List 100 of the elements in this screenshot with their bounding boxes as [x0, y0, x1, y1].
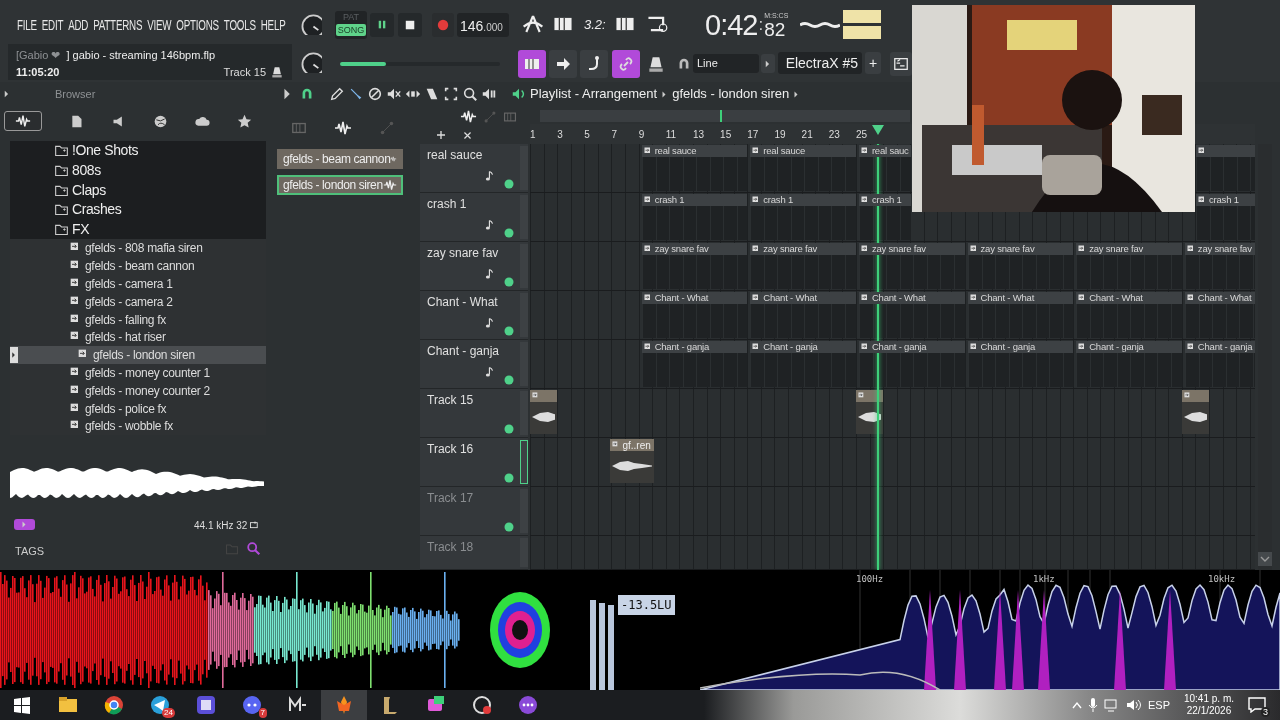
- ruler-number: 25: [855, 128, 868, 142]
- piano-roll-button[interactable]: [518, 50, 546, 78]
- clip-source-item[interactable]: gfelds - beam cannon: [277, 149, 403, 169]
- audio-clip[interactable]: [1181, 390, 1209, 434]
- mute-button[interactable]: [504, 424, 514, 434]
- menu-item[interactable]: VIEW: [147, 15, 172, 36]
- record-button[interactable]: [432, 13, 454, 37]
- sample-item[interactable]: gfelds - 808 mafia siren: [70, 239, 203, 258]
- project-file: ] gabio - streaming 146bpm.flp: [66, 48, 216, 63]
- delete-icon[interactable]: [367, 86, 383, 102]
- menu-item[interactable]: TOOLS: [223, 15, 256, 36]
- all-tab[interactable]: [4, 111, 42, 131]
- sample-item[interactable]: gfelds - money counter 2: [70, 381, 210, 400]
- channel-rack-button[interactable]: [890, 52, 912, 76]
- arrow-button[interactable]: [549, 50, 577, 78]
- playhead-marker-icon[interactable]: [872, 125, 885, 135]
- speaker-icon[interactable]: [511, 86, 527, 102]
- waveform-icon[interactable]: [460, 108, 477, 125]
- track-name[interactable]: crash 1: [427, 195, 467, 213]
- menu-item[interactable]: HELP: [260, 15, 286, 36]
- pencil-icon[interactable]: [329, 86, 345, 102]
- clock[interactable]: 10:41 p. m. 22/1/2026: [1183, 693, 1234, 717]
- audio-clip[interactable]: gf..ren: [610, 439, 654, 483]
- taskbar-app[interactable]: 7: [229, 690, 275, 720]
- mute-button[interactable]: [504, 522, 514, 532]
- audio-clip[interactable]: [855, 390, 884, 434]
- pattern-arrow-button[interactable]: [761, 54, 775, 73]
- microphone-icon[interactable]: [1087, 697, 1098, 713]
- crop-icon[interactable]: [250, 520, 261, 531]
- start-icon[interactable]: [13, 696, 31, 714]
- globe-icon[interactable]: [153, 113, 168, 129]
- close-icon[interactable]: [462, 130, 473, 141]
- track-name[interactable]: real sauce: [427, 146, 483, 164]
- waveform-icon: [857, 410, 882, 424]
- add-icon[interactable]: [435, 129, 447, 141]
- pattern-selector[interactable]: ElectraX #5: [778, 52, 862, 74]
- sample-item[interactable]: gfelds - money counter 1: [70, 363, 210, 382]
- song-position-slider[interactable]: [340, 62, 500, 66]
- folder-icon: [54, 163, 69, 179]
- select-icon[interactable]: [443, 86, 459, 102]
- link-icon: [617, 55, 635, 73]
- ruler-number: 19: [774, 128, 786, 142]
- file-icon[interactable]: [69, 113, 84, 129]
- clip-source-item[interactable]: gfelds - london siren: [277, 175, 403, 195]
- notifications-button[interactable]: 3: [1248, 695, 1270, 715]
- sample-item[interactable]: gfelds - camera 2: [70, 292, 173, 311]
- folder-item[interactable]: 808s: [54, 160, 101, 182]
- waveform-icon[interactable]: [334, 119, 352, 137]
- tempo-field[interactable]: 146.000: [457, 13, 509, 37]
- snap-dropdown[interactable]: Line: [693, 54, 759, 73]
- track-name[interactable]: Track 17: [427, 489, 474, 507]
- track-name[interactable]: Track 15: [427, 391, 474, 409]
- menu-item[interactable]: EDIT: [41, 15, 64, 36]
- mute-button[interactable]: [504, 228, 514, 238]
- mute-button[interactable]: [504, 179, 514, 189]
- zoom-icon[interactable]: [462, 86, 478, 102]
- caret-icon[interactable]: [1071, 701, 1082, 709]
- sample-item[interactable]: gfelds - wobble fx: [70, 417, 173, 436]
- star-icon[interactable]: [237, 113, 252, 129]
- menu-item[interactable]: PATTERNS: [93, 15, 143, 36]
- sample-item[interactable]: gfelds - hat riser: [70, 328, 166, 347]
- knob[interactable]: [300, 13, 322, 35]
- link-button[interactable]: [612, 50, 640, 78]
- menu-item[interactable]: ADD: [68, 15, 89, 36]
- track-name[interactable]: Track 16: [427, 440, 474, 458]
- mute-button[interactable]: [504, 326, 514, 336]
- pattern-icon: [969, 244, 979, 254]
- menu-item[interactable]: OPTIONS: [176, 15, 219, 36]
- sample-item[interactable]: gfelds - falling fx: [70, 310, 166, 329]
- play-button[interactable]: [370, 13, 394, 37]
- loudness-readout: -13.5LU: [618, 595, 675, 615]
- volume-icon[interactable]: [1125, 698, 1142, 712]
- song-mode-button[interactable]: SONG: [335, 24, 367, 36]
- step-button[interactable]: [580, 50, 608, 78]
- scroll-down-button[interactable]: [1258, 552, 1272, 566]
- sample-item[interactable]: gfelds - police fx: [70, 399, 167, 418]
- mute-icon[interactable]: [386, 86, 402, 102]
- track-select-strip[interactable]: [520, 440, 528, 484]
- stop-button[interactable]: [398, 13, 422, 37]
- audio-clip[interactable]: [530, 390, 558, 434]
- message-icon: [1248, 696, 1266, 713]
- search-icon[interactable]: [246, 541, 262, 557]
- mute-button[interactable]: [504, 473, 514, 483]
- time-signature-button[interactable]: 3.2:: [584, 15, 606, 35]
- pattern-icon: [1186, 244, 1196, 254]
- add-pattern-button[interactable]: +: [865, 52, 881, 74]
- folder-item[interactable]: FX: [54, 219, 90, 241]
- horizontal-scrollbar[interactable]: [540, 110, 910, 122]
- knob[interactable]: [300, 51, 322, 73]
- preview-play-button[interactable]: [14, 519, 35, 530]
- menu-item[interactable]: FILE: [17, 15, 37, 36]
- mute-button[interactable]: [504, 277, 514, 287]
- language-indicator[interactable]: ESP: [1147, 696, 1170, 714]
- taskbar-app[interactable]: 24: [137, 690, 183, 720]
- sample-item[interactable]: gfelds - camera 1: [70, 274, 173, 293]
- lamp-icon[interactable]: [646, 54, 666, 74]
- playback-icon[interactable]: [481, 86, 497, 102]
- pattern-breadcrumb[interactable]: gfelds - london siren: [672, 84, 790, 104]
- mute-button[interactable]: [504, 375, 514, 385]
- sample-item[interactable]: gfelds - beam cannon: [70, 257, 195, 276]
